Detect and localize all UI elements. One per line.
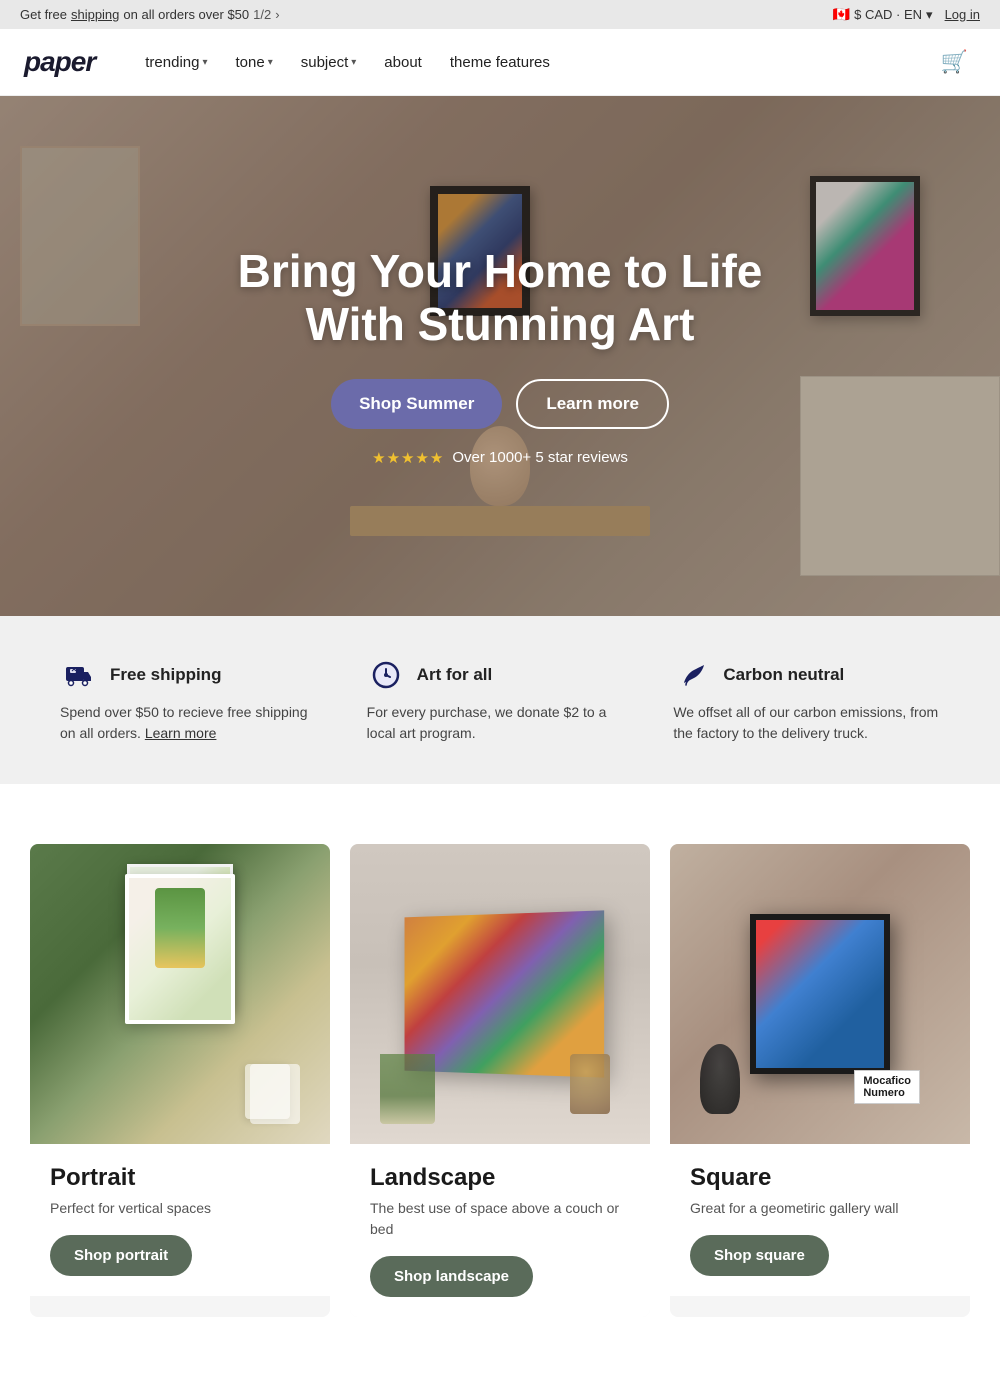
benefit-carbon-header: Carbon neutral	[673, 656, 940, 694]
benefit-shipping-desc: Spend over $50 to recieve free shipping …	[60, 702, 327, 744]
announcement-pagination: 1/2 ›	[253, 7, 279, 22]
benefit-art-desc: For every purchase, we donate $2 to a lo…	[367, 702, 634, 744]
collection-desc-square: Great for a geometiric gallery wall	[690, 1198, 950, 1219]
announcement-bar: Get free shipping on all orders over $50…	[0, 0, 1000, 29]
collection-info-portrait: Portrait Perfect for vertical spaces Sho…	[30, 1144, 330, 1296]
currency-label: $ CAD · EN	[854, 7, 922, 22]
collection-desc-portrait: Perfect for vertical spaces	[50, 1198, 310, 1219]
benefit-carbon-desc: We offset all of our carbon emissions, f…	[673, 702, 940, 744]
collection-desc-landscape: The best use of space above a couch or b…	[370, 1198, 630, 1240]
landscape-artwork	[405, 910, 605, 1077]
portrait-candle	[245, 1064, 290, 1119]
shop-landscape-button[interactable]: Shop landscape	[370, 1256, 533, 1297]
benefits-section: Free shipping Spend over $50 to recieve …	[0, 616, 1000, 784]
benefit-carbon: Carbon neutral We offset all of our carb…	[653, 656, 960, 744]
collection-card-landscape: Landscape The best use of space above a …	[350, 844, 650, 1317]
login-link[interactable]: Log in	[945, 7, 980, 22]
collection-image-square: MocaficoNumero	[670, 844, 970, 1144]
nav-label-theme-features: theme features	[450, 54, 550, 71]
stars-icon: ★★★★★	[372, 449, 444, 467]
benefit-carbon-title: Carbon neutral	[723, 665, 844, 685]
flag-icon: 🇨🇦	[833, 6, 850, 23]
collection-image-landscape	[350, 844, 650, 1144]
leaf-icon	[673, 656, 711, 694]
chevron-down-icon: ▾	[268, 57, 273, 68]
reviews-text: Over 1000+ 5 star reviews	[452, 449, 628, 466]
nav-item-subject[interactable]: subject ▾	[291, 46, 367, 79]
landscape-plant	[380, 1054, 435, 1124]
nav-label-subject: subject	[301, 54, 349, 71]
chevron-right-icon: ›	[275, 7, 279, 22]
main-nav: trending ▾ tone ▾ subject ▾ about theme …	[135, 46, 932, 79]
hero-buttons: Shop Summer Learn more	[190, 379, 810, 429]
square-artwork	[750, 914, 890, 1074]
benefit-art: Art for all For every purchase, we donat…	[347, 656, 654, 744]
announcement-right: 🇨🇦 $ CAD · EN ▾ Log in	[833, 6, 980, 23]
header: paper trending ▾ tone ▾ subject ▾ about …	[0, 29, 1000, 96]
benefit-art-header: Art for all	[367, 656, 634, 694]
nav-label-trending: trending	[145, 54, 199, 71]
collections-grid: Portrait Perfect for vertical spaces Sho…	[30, 844, 970, 1317]
collection-card-portrait: Portrait Perfect for vertical spaces Sho…	[30, 844, 330, 1317]
benefit-learn-more-link[interactable]: Learn more	[145, 725, 217, 741]
hero-section: Bring Your Home to Life With Stunning Ar…	[0, 96, 1000, 616]
nav-item-trending[interactable]: trending ▾	[135, 46, 217, 79]
shop-square-button[interactable]: Shop square	[690, 1235, 829, 1276]
currency-selector[interactable]: 🇨🇦 $ CAD · EN ▾	[833, 6, 933, 23]
nav-item-theme-features[interactable]: theme features	[440, 46, 560, 79]
collection-name-landscape: Landscape	[370, 1164, 630, 1192]
square-content: MocaficoNumero	[750, 914, 890, 1074]
collection-name-portrait: Portrait	[50, 1164, 310, 1192]
benefit-shipping-header: Free shipping	[60, 656, 327, 694]
nav-label-about: about	[384, 54, 422, 71]
site-logo[interactable]: paper	[24, 46, 95, 78]
chevron-down-icon: ▾	[202, 57, 207, 68]
nav-label-tone: tone	[236, 54, 265, 71]
benefit-art-title: Art for all	[417, 665, 493, 685]
benefit-shipping: Free shipping Spend over $50 to recieve …	[40, 656, 347, 744]
hero-reviews: ★★★★★ Over 1000+ 5 star reviews	[190, 449, 810, 467]
collection-image-portrait	[30, 844, 330, 1144]
collection-info-square: Square Great for a geometiric gallery wa…	[670, 1144, 970, 1296]
announcement-post: on all orders over $50	[123, 7, 249, 22]
art-icon	[367, 656, 405, 694]
collection-name-square: Square	[690, 1164, 950, 1192]
cart-button[interactable]: 🛒	[933, 41, 976, 83]
chevron-down-icon: ▾	[351, 57, 356, 68]
shop-summer-button[interactable]: Shop Summer	[331, 379, 502, 429]
hero-content: Bring Your Home to Life With Stunning Ar…	[190, 245, 810, 467]
benefit-shipping-title: Free shipping	[110, 665, 221, 685]
landscape-vase	[570, 1054, 610, 1114]
shipping-icon	[60, 656, 98, 694]
collections-section: Portrait Perfect for vertical spaces Sho…	[0, 784, 1000, 1377]
collection-info-landscape: Landscape The best use of space above a …	[350, 1144, 650, 1317]
chevron-down-icon: ▾	[926, 7, 933, 23]
nav-item-tone[interactable]: tone ▾	[226, 46, 283, 79]
announcement-pre: Get free	[20, 7, 67, 22]
hero-title: Bring Your Home to Life With Stunning Ar…	[190, 245, 810, 351]
learn-more-button[interactable]: Learn more	[516, 379, 669, 429]
announcement-text: Get free shipping on all orders over $50…	[20, 7, 280, 22]
square-vase	[700, 1044, 740, 1114]
collection-card-square: MocaficoNumero Square Great for a geomet…	[670, 844, 970, 1317]
shop-portrait-button[interactable]: Shop portrait	[50, 1235, 192, 1276]
nav-item-about[interactable]: about	[374, 46, 432, 79]
announcement-shipping-link[interactable]: shipping	[71, 7, 119, 22]
portrait-artwork	[125, 874, 235, 1024]
square-book-label: MocaficoNumero	[854, 1070, 920, 1104]
